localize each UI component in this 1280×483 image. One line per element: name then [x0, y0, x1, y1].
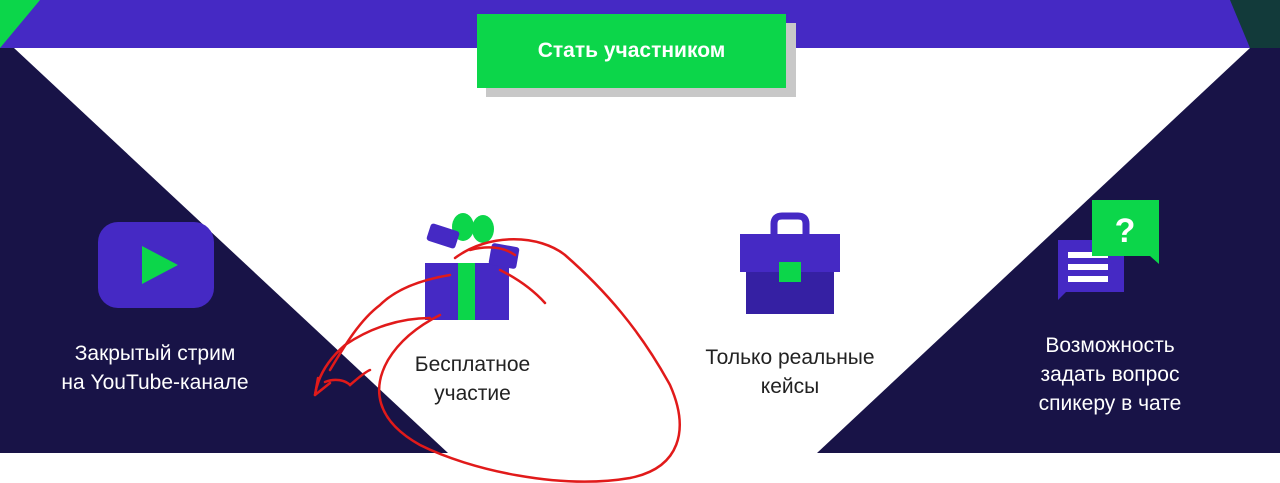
chat-question-icon: ?	[1058, 200, 1159, 300]
feature-line: спикеру в чате	[1038, 392, 1182, 415]
briefcase-icon	[740, 212, 840, 314]
feature-line: Только реальные	[705, 346, 875, 369]
feature-line: Возможность	[1045, 334, 1175, 357]
feature-line: участие	[434, 382, 511, 405]
feature-free-participation: Бесплатное участие	[345, 350, 600, 408]
gift-icon	[425, 213, 520, 320]
svg-text:?: ?	[1115, 212, 1136, 250]
feature-line: задать вопрос	[1040, 363, 1180, 386]
youtube-play-icon	[98, 222, 214, 308]
feature-line: на YouTube-канале	[61, 371, 249, 394]
feature-line: Закрытый стрим	[74, 342, 236, 365]
feature-line: кейсы	[760, 375, 820, 398]
feature-line: Бесплатное	[414, 353, 531, 376]
feature-private-stream: Закрытый стрим на YouTube-канале	[20, 339, 290, 397]
become-participant-button[interactable]: Стать участником	[477, 14, 786, 88]
feature-ask-speaker: Возможность задать вопрос спикеру в чате	[985, 331, 1235, 418]
feature-real-cases: Только реальные кейсы	[660, 343, 920, 401]
